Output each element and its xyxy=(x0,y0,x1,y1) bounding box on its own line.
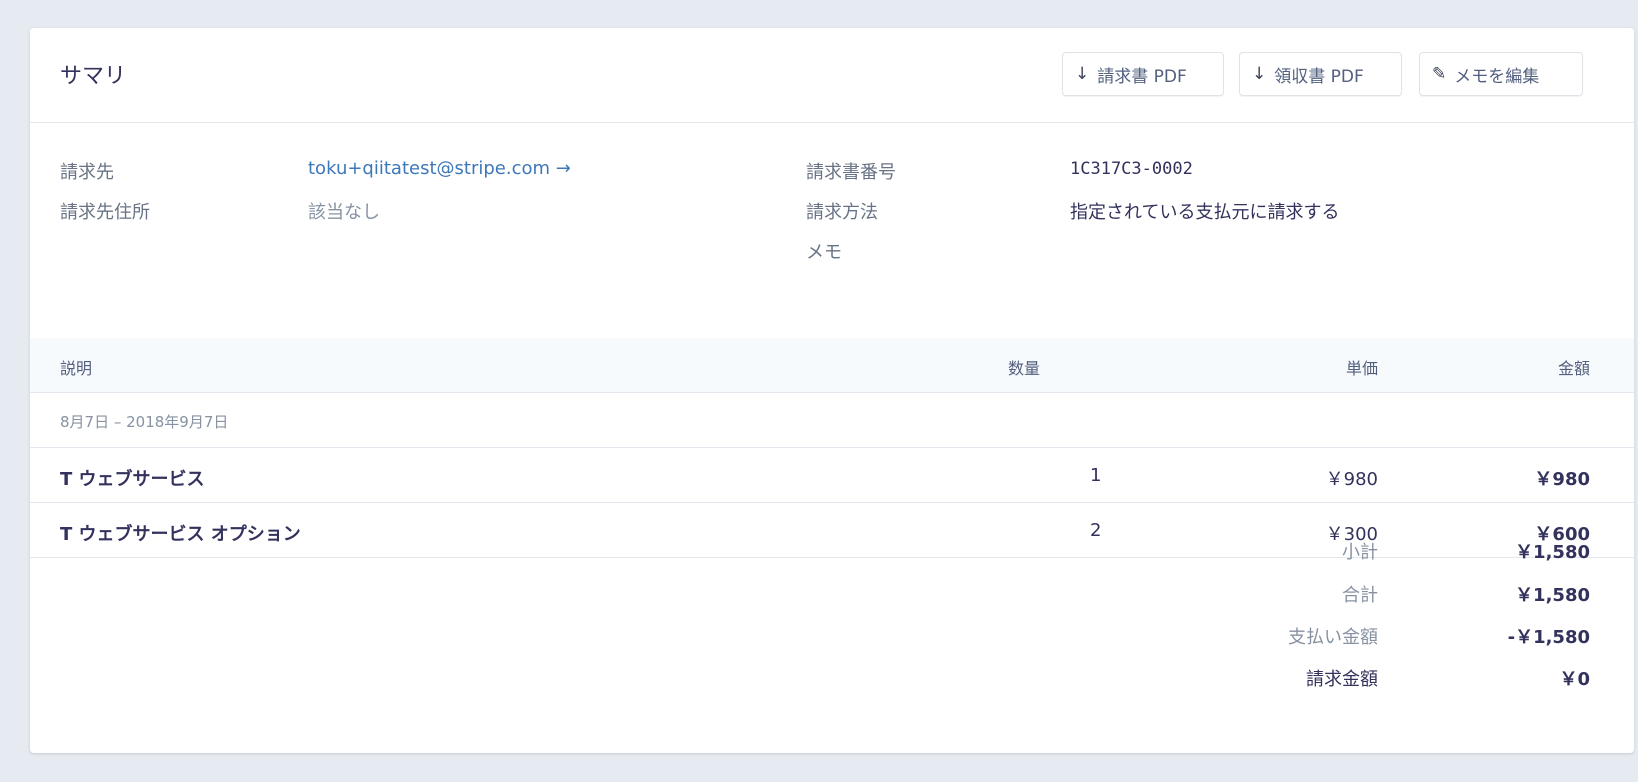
amount-paid-label: 支払い金額 xyxy=(1288,627,1378,648)
amount-due-value: ￥0 xyxy=(1559,669,1590,690)
edit-memo-button[interactable]: ✎ メモを編集 xyxy=(1419,52,1583,96)
total-value: ￥1,580 xyxy=(1515,585,1590,606)
item-description: T ウェブサービス xyxy=(60,469,205,490)
billing-period-row: 8月7日 – 2018年9月7日 xyxy=(30,393,1634,448)
download-arrow-icon: ↓ xyxy=(1075,64,1090,84)
line-items-header: 説明 数量 単価 金額 xyxy=(30,338,1634,393)
column-quantity: 数量 xyxy=(1008,359,1041,378)
item-description: T ウェブサービス オプション xyxy=(60,524,301,545)
item-amount: ￥980 xyxy=(1534,469,1590,490)
page-title: サマリ xyxy=(60,64,127,89)
item-quantity: 1 xyxy=(1090,465,1102,486)
subtotal-label: 小計 xyxy=(1342,542,1378,563)
download-receipt-pdf-button[interactable]: ↓ 領収書 PDF xyxy=(1239,52,1402,96)
amount-due-label: 請求金額 xyxy=(1306,669,1378,690)
invoice-number-value: 1C317C3-0002 xyxy=(1070,159,1193,179)
subtotal-value: ￥1,580 xyxy=(1515,542,1590,563)
memo-label: メモ xyxy=(806,242,842,263)
amount-paid-value: -￥1,580 xyxy=(1507,627,1590,648)
download-receipt-pdf-label: 領収書 PDF xyxy=(1274,66,1364,87)
item-quantity: 2 xyxy=(1090,520,1102,541)
invoice-summary-card: サマリ ↓ 請求書 PDF ↓ 領収書 PDF ✎ メモを編集 請求先 toku… xyxy=(30,28,1634,753)
download-invoice-pdf-label: 請求書 PDF xyxy=(1097,66,1187,87)
billing-method-value: 指定されている支払元に請求する xyxy=(1070,202,1340,223)
invoice-number-label: 請求書番号 xyxy=(806,162,896,183)
table-row: T ウェブサービス オプション 2 ￥300 ￥600 xyxy=(30,503,1634,558)
download-invoice-pdf-button[interactable]: ↓ 請求書 PDF xyxy=(1062,52,1224,96)
edit-memo-label: メモを編集 xyxy=(1454,66,1540,87)
pencil-icon: ✎ xyxy=(1432,64,1447,84)
download-arrow-icon: ↓ xyxy=(1252,64,1267,84)
billing-period: 8月7日 – 2018年9月7日 xyxy=(60,413,229,431)
billing-address-label: 請求先住所 xyxy=(60,202,150,223)
billing-address-value: 該当なし xyxy=(308,202,380,223)
item-unit-price: ￥980 xyxy=(1325,469,1378,490)
column-amount: 金額 xyxy=(1557,359,1590,378)
column-unit-price: 単価 xyxy=(1345,359,1378,378)
bill-to-email-link[interactable]: toku+qiitatest@stripe.com → xyxy=(308,158,571,179)
table-row: T ウェブサービス 1 ￥980 ￥980 xyxy=(30,448,1634,503)
total-label: 合計 xyxy=(1342,585,1378,606)
invoice-details: 請求先 toku+qiitatest@stripe.com → 請求先住所 該当… xyxy=(30,123,1634,338)
billing-method-label: 請求方法 xyxy=(806,202,878,223)
summary-header: サマリ ↓ 請求書 PDF ↓ 領収書 PDF ✎ メモを編集 xyxy=(30,28,1634,123)
column-description: 説明 xyxy=(60,359,93,378)
bill-to-label: 請求先 xyxy=(60,162,114,183)
